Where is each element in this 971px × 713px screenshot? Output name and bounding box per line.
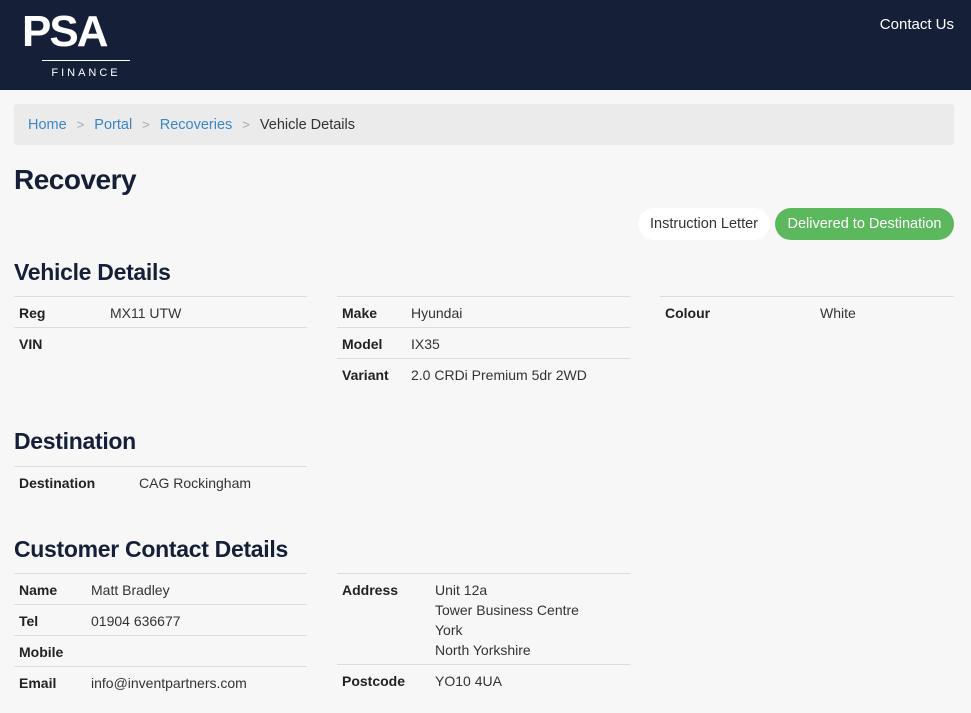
email-label: Email [19,675,57,691]
name-label: Name [19,582,58,598]
logo-main-text: PSA [22,7,108,56]
vin-label: VIN [19,336,43,352]
postcode-value: YO10 4UA [435,673,502,689]
model-label: Model [342,336,383,352]
detail-row-make: Make Hyundai [337,296,630,327]
customer-contact-heading: Customer Contact Details [14,536,288,562]
breadcrumb-home[interactable]: Home [28,117,67,133]
breadcrumb-separator: > [142,117,150,132]
mobile-label: Mobile [19,644,64,660]
address-line: Unit 12a [435,582,488,598]
reg-label: Reg [19,305,46,321]
breadcrumb: Home > Portal > Recoveries > Vehicle Det… [14,104,954,145]
vehicle-details-col-1: Reg MX11 UTW VIN [14,296,307,358]
detail-row-address: Address Unit 12a Tower Business Centre Y… [337,573,630,664]
make-label: Make [342,305,378,321]
detail-row-email: Email info@inventpartners.com [14,666,307,697]
detail-row-name: Name Matt Bradley [14,573,307,604]
destination-value: CAG Rockingham [139,475,252,491]
destination-heading: Destination [14,428,136,454]
breadcrumb-separator: > [76,117,85,132]
detail-row-vin: VIN [14,327,307,358]
breadcrumb-separator: > [242,117,250,132]
tel-value: 01904 636677 [91,613,181,629]
customer-details-col-1: Name Matt Bradley Tel 01904 636677 Mobil… [14,573,307,697]
reg-value: MX11 UTW [110,305,182,321]
address-line: Tower Business Centre [435,602,579,618]
detail-row-reg: Reg MX11 UTW [14,296,307,327]
model-value: IX35 [411,336,440,352]
status-badge: Delivered to Destination [775,208,954,240]
customer-details-col-2: Address Unit 12a Tower Business Centre Y… [337,573,630,695]
detail-row-variant: Variant 2.0 CRDi Premium 5dr 2WD [337,358,630,389]
vehicle-details-col-3: Colour White [660,296,954,327]
logo-divider [42,60,130,61]
destination-details: Destination CAG Rockingham [14,466,307,497]
detail-row-mobile: Mobile [14,635,307,666]
make-value: Hyundai [411,305,463,321]
destination-label: Destination [19,475,96,491]
address-line: York [435,622,463,638]
detail-row-postcode: Postcode YO10 4UA [337,664,630,695]
variant-label: Variant [342,367,389,383]
address-label: Address [342,582,399,598]
breadcrumb-portal[interactable]: Portal [94,117,132,133]
email-link[interactable]: info@inventpartners.com [91,675,247,691]
breadcrumb-recoveries[interactable]: Recoveries [160,117,233,133]
variant-value: 2.0 CRDi Premium 5dr 2WD [411,367,587,383]
address-line: North Yorkshire [435,642,531,658]
psa-finance-logo[interactable]: PSA FINANCE [22,10,150,84]
breadcrumb-current: Vehicle Details [259,116,355,133]
detail-row-colour: Colour White [660,296,954,327]
detail-row-model: Model IX35 [337,327,630,358]
name-value: Matt Bradley [91,582,170,598]
vehicle-details-heading: Vehicle Details [14,259,171,285]
instruction-letter-button[interactable]: Instruction Letter [638,208,770,240]
top-navbar: PSA FINANCE Contact Us [0,0,971,90]
colour-value: White [820,305,856,321]
page-title: Recovery [14,164,137,195]
tel-label: Tel [19,613,39,629]
contact-us-link[interactable]: Contact Us [880,16,954,33]
detail-row-destination: Destination CAG Rockingham [14,466,307,497]
detail-row-tel: Tel 01904 636677 [14,604,307,635]
vehicle-details-col-2: Make Hyundai Model IX35 Variant 2.0 CRDi… [337,296,630,389]
postcode-label: Postcode [342,673,406,689]
logo-sub-text: FINANCE [51,67,121,79]
colour-label: Colour [665,305,711,321]
address-value: Unit 12a Tower Business Centre York Nort… [435,580,579,660]
